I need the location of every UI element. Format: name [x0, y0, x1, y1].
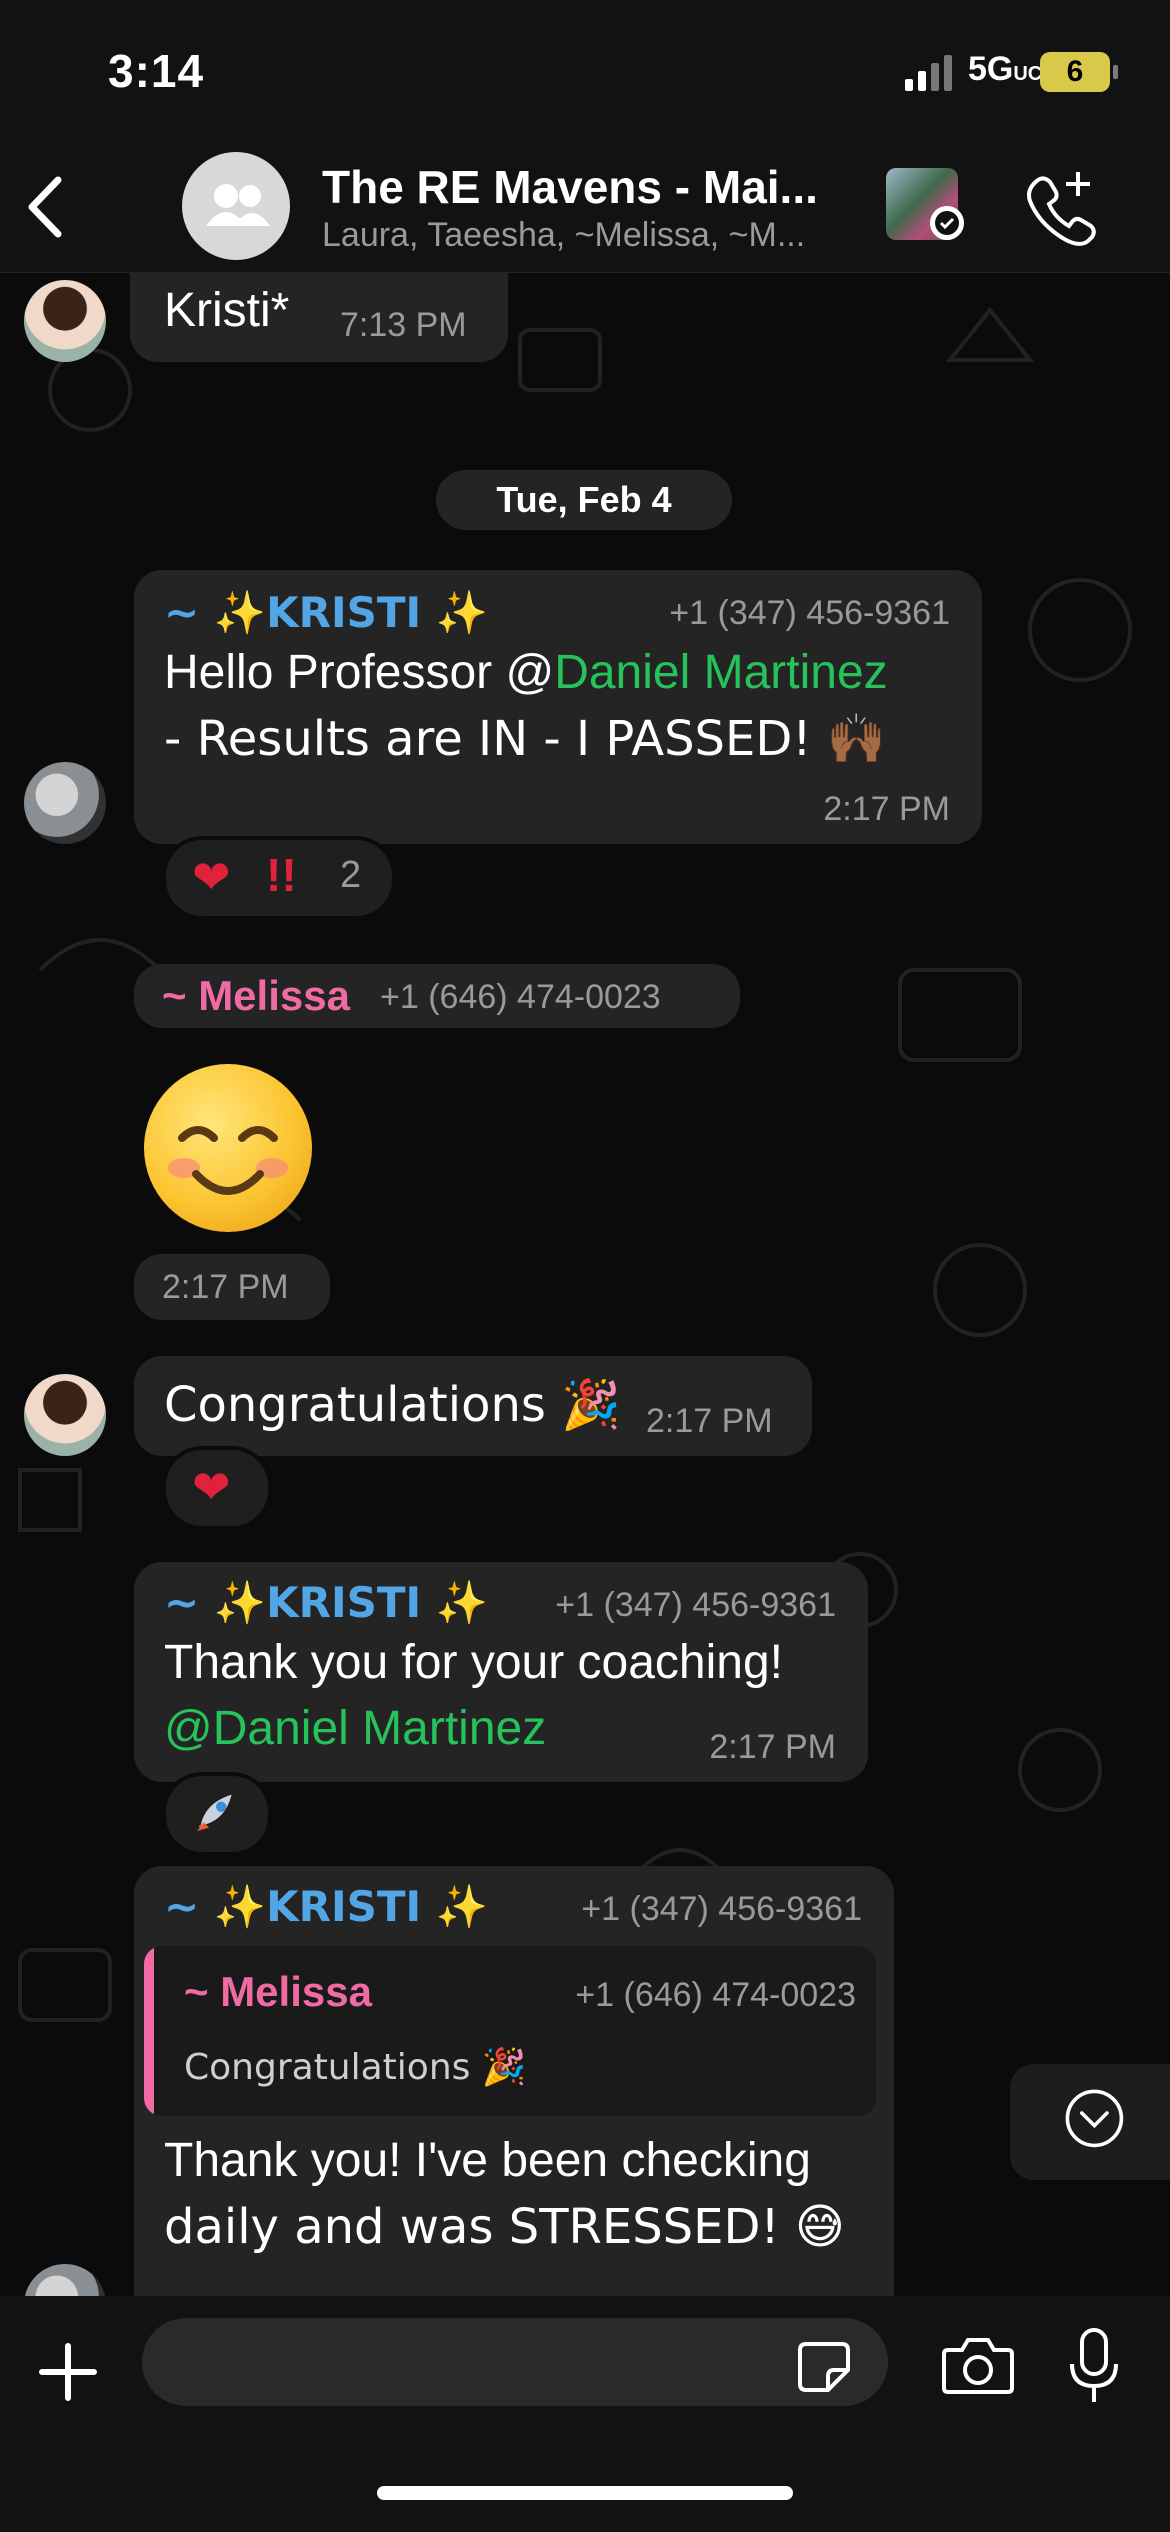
message-time: 2:17 PM — [709, 1728, 836, 1766]
message-text: Thank you! I've been checking daily and … — [164, 2134, 845, 2255]
message-sender[interactable]: ~ ✨KRISTI ✨ — [164, 1882, 488, 1932]
message-bubble[interactable]: ~ ✨KRISTI ✨ +1 (347) 456-9361 Thank you … — [134, 1562, 868, 1782]
chat-header: The RE Mavens - Mai... Laura, Taeesha, ~… — [0, 140, 1170, 273]
quote-phone: +1 (646) 474-0023 — [575, 1976, 856, 2014]
plus-icon[interactable] — [36, 2340, 100, 2404]
message-bubble[interactable]: ~ ✨KRISTI ✨ +1 (347) 456-9361 ~ Melissa … — [134, 1866, 894, 2296]
message-time: 2:17 PM — [162, 1268, 289, 1306]
message-text: Congratulations 🎉 — [164, 1377, 621, 1433]
heart-icon: ❤ — [192, 1460, 231, 1514]
signal-icon — [905, 55, 952, 91]
chat-title[interactable]: The RE Mavens - Mai... — [322, 160, 862, 214]
mention-link[interactable]: Daniel Martinez — [554, 646, 887, 699]
message-time: 2:17 PM — [823, 790, 950, 828]
message-time: 7:13 PM — [340, 306, 467, 344]
smiling-face-icon — [168, 1126, 288, 1195]
message-time: 2:17 PM — [646, 1402, 773, 1440]
scroll-to-bottom-button[interactable] — [1010, 2064, 1170, 2180]
chevron-down-icon — [1065, 2089, 1124, 2148]
reaction-bar[interactable]: ❤ — [162, 1446, 272, 1530]
message-bubble[interactable]: ~ ✨KRISTI ✨ +1 (347) 456-9361 Hello Prof… — [134, 570, 982, 844]
message-bubble[interactable]: Congratulations 🎉 2:17 PM — [134, 1356, 812, 1456]
status-bar: 3:14 5GUC 6 — [0, 0, 1170, 140]
heart-icon: ❤ — [192, 850, 231, 904]
message-sender[interactable]: ~ ✨KRISTI ✨ — [164, 1578, 488, 1628]
sender-phone: +1 (347) 456-9361 — [581, 1890, 862, 1928]
mic-icon[interactable] — [1068, 2326, 1120, 2406]
sender-phone: +1 (347) 456-9361 — [669, 594, 950, 632]
status-time: 3:14 — [108, 45, 205, 97]
sender-avatar[interactable] — [24, 762, 106, 844]
sender-phone: +1 (646) 474-0023 — [380, 978, 661, 1016]
network-label: 5GUC — [968, 50, 1043, 88]
sender-phone: +1 (347) 456-9361 — [555, 1586, 836, 1624]
sender-avatar[interactable] — [24, 1374, 106, 1456]
timestamp-pill: 2:17 PM — [134, 1254, 330, 1320]
battery-icon: 6 — [1040, 52, 1118, 92]
add-call-icon[interactable] — [1020, 166, 1100, 246]
message-composer — [0, 2296, 1170, 2532]
message-sender[interactable]: ~ Melissa — [162, 972, 350, 1020]
emoji-message[interactable] — [144, 1064, 312, 1232]
sender-avatar[interactable] — [24, 280, 106, 362]
back-chevron-icon[interactable] — [20, 172, 70, 242]
home-indicator — [377, 2486, 793, 2500]
quoted-message[interactable]: ~ Melissa +1 (646) 474-0023 Congratulati… — [144, 1946, 876, 2116]
rocket-icon — [196, 1794, 232, 1832]
message-sender[interactable]: ~ ✨KRISTI ✨ — [164, 588, 488, 638]
mention-link[interactable]: @Daniel Martinez — [164, 1702, 546, 1755]
message-text: Kristi* — [164, 284, 290, 337]
sticker-icon[interactable] — [796, 2338, 852, 2394]
group-avatar[interactable] — [182, 152, 290, 260]
camera-icon[interactable] — [942, 2334, 1014, 2396]
reaction-bar[interactable]: ❤ !! 2 — [162, 836, 396, 920]
reaction-count: 2 — [340, 854, 362, 896]
message-input[interactable] — [142, 2318, 888, 2406]
check-icon — [930, 206, 964, 240]
chat-participants[interactable]: Laura, Taeesha, ~Melissa, ~M... — [322, 216, 862, 255]
quote-sender: ~ Melissa — [184, 1968, 372, 2015]
sender-header-pill[interactable]: ~ Melissa +1 (646) 474-0023 — [134, 964, 740, 1028]
date-separator: Tue, Feb 4 — [436, 470, 732, 530]
double-exclamation-icon: !! — [266, 849, 297, 901]
message-text: Hello Professor @Daniel Martinez - Resul… — [164, 646, 888, 767]
quote-accent-bar — [144, 1946, 154, 2116]
message-bubble[interactable]: Kristi* 7:13 PM — [130, 272, 508, 362]
quote-text: Congratulations 🎉 — [184, 2047, 527, 2088]
group-icon — [206, 184, 270, 226]
reaction-bar[interactable] — [162, 1772, 272, 1856]
